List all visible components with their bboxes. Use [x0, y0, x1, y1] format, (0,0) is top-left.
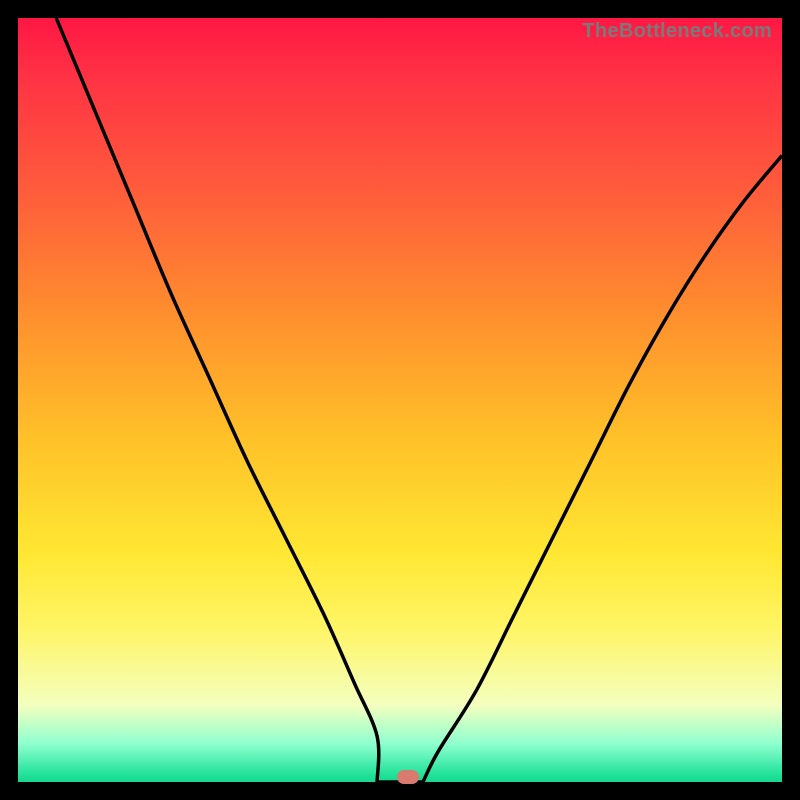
plot-area: TheBottleneck.com — [18, 18, 782, 782]
bottleneck-curve — [18, 18, 782, 782]
curve-path — [56, 18, 782, 782]
optimal-marker — [397, 770, 419, 784]
chart-stage: TheBottleneck.com — [0, 0, 800, 800]
